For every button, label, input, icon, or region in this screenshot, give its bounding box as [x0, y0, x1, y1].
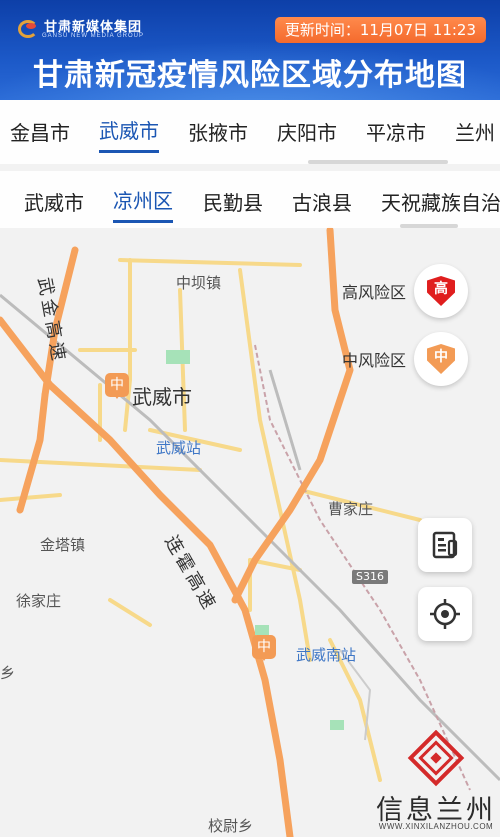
tab-qingyang[interactable]: 庆阳市: [277, 117, 337, 146]
map-label-wuwei-station: 武威站: [156, 439, 202, 457]
tab-wuwei[interactable]: 武威市: [99, 115, 159, 153]
road-shield-s316: S316: [352, 570, 388, 584]
map-label-wuwei-city: 武威市: [132, 385, 192, 409]
legend-high-risk[interactable]: 高风险区 高: [342, 264, 469, 318]
legend-mid-label: 中风险区: [342, 351, 407, 370]
list-icon: [432, 531, 458, 559]
tab-tianzhu[interactable]: 天祝藏族自治: [381, 187, 500, 216]
map-label-wuwei-south: 武威南站: [296, 646, 357, 664]
district-tab-bar[interactable]: 武威市 凉州区 民勤县 古浪县 天祝藏族自治: [0, 171, 500, 228]
tab-pingliang[interactable]: 平凉市: [366, 117, 426, 146]
tab-jinchang[interactable]: 金昌市: [10, 117, 70, 146]
tab-minqin[interactable]: 民勤县: [203, 187, 263, 216]
map-label-xujiazhuang: 徐家庄: [16, 592, 62, 610]
district-tab-scrollbar[interactable]: [400, 224, 458, 228]
locate-crosshair-icon: [430, 599, 460, 629]
tab-zhangye[interactable]: 张掖市: [188, 117, 248, 146]
map-label-caojiazhuang: 曹家庄: [328, 500, 374, 518]
mid-risk-shield-icon: 中: [427, 344, 456, 374]
page-title: 甘肃新冠疫情风险区域分布地图: [33, 58, 467, 93]
list-view-button[interactable]: [418, 518, 472, 572]
tab-lanzhou[interactable]: 兰州: [455, 117, 495, 146]
tab-liangzhou[interactable]: 凉州区: [113, 185, 173, 223]
mid-risk-pin[interactable]: 中: [252, 635, 276, 663]
map-label-xiaoweixiang: 校尉乡: [208, 817, 254, 835]
update-time-badge: 更新时间：11月07日 11:23: [274, 17, 486, 43]
brand-subtitle: GANSU NEW MEDIA GROUP: [42, 33, 145, 39]
high-risk-shield-icon: 高: [427, 276, 456, 306]
city-tab-bar[interactable]: 金昌市 武威市 张掖市 庆阳市 平凉市 兰州: [0, 100, 500, 164]
brand-logo-icon: [18, 18, 40, 38]
app-header: 甘肃新媒体集团 GANSU NEW MEDIA GROUP 更新时间：11月07…: [0, 0, 500, 100]
watermark-logo-icon: [407, 729, 465, 787]
tab-wuwei-shi[interactable]: 武威市: [24, 187, 84, 216]
map-label-xiang: 乡: [0, 664, 16, 682]
mid-risk-toggle[interactable]: 中: [414, 332, 469, 386]
watermark-url: WWW.XINXILANZHOU.COM: [378, 822, 494, 831]
mid-risk-pin[interactable]: 中: [105, 373, 129, 401]
map-label-zhongba: 中坝镇: [176, 274, 222, 292]
tab-gulang[interactable]: 古浪县: [292, 187, 352, 216]
watermark: 信息兰州 WWW.XINXILANZHOU.COM: [372, 729, 500, 837]
high-risk-toggle[interactable]: 高: [414, 264, 469, 318]
city-tab-scrollbar[interactable]: [308, 160, 448, 164]
map-label-jintazhen: 金塔镇: [40, 536, 86, 554]
legend-mid-risk[interactable]: 中风险区 中: [342, 332, 469, 386]
legend-high-label: 高风险区: [342, 283, 407, 302]
locate-button[interactable]: [418, 587, 472, 641]
